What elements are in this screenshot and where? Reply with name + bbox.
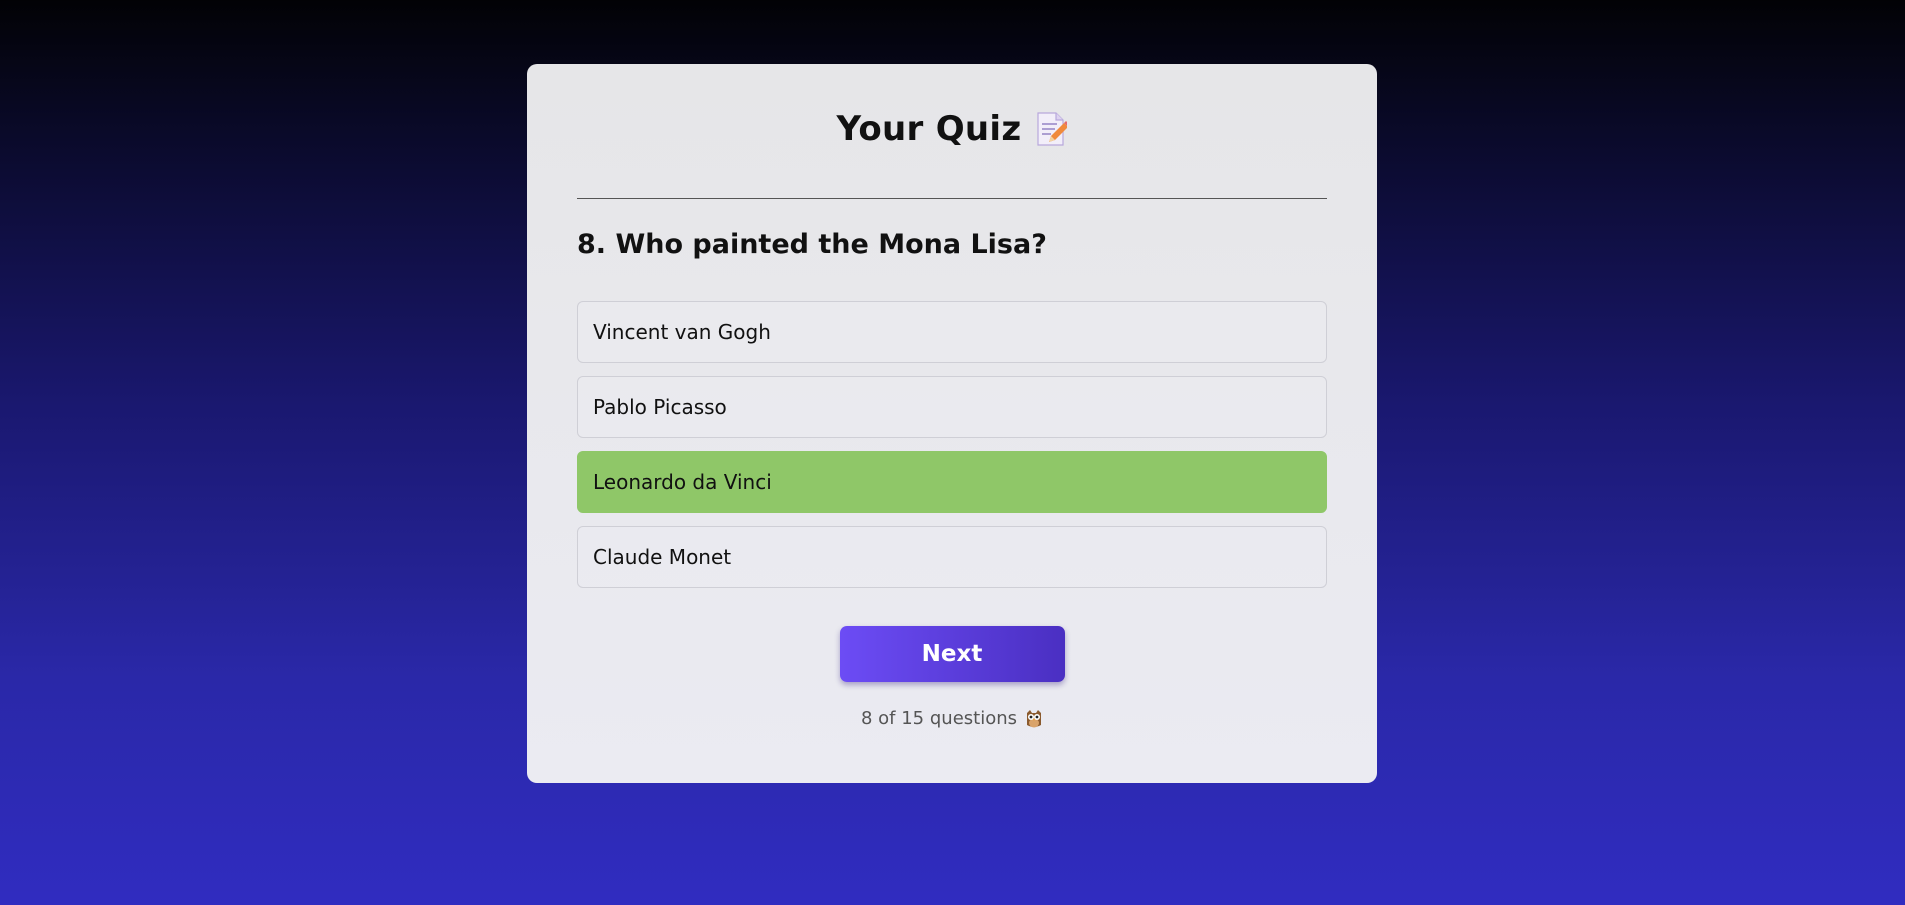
answer-option-label: Leonardo da Vinci — [593, 470, 772, 494]
answer-options: Vincent van Gogh Pablo Picasso Leonardo … — [577, 301, 1327, 588]
owl-icon — [1025, 709, 1043, 729]
answer-option-4[interactable]: Claude Monet — [577, 526, 1327, 588]
quiz-title: Your Quiz — [836, 109, 1022, 149]
header-divider — [577, 198, 1327, 199]
answer-option-3-correct[interactable]: Leonardo da Vinci — [577, 451, 1327, 513]
next-button-container: Next — [577, 626, 1327, 682]
progress-indicator: 8 of 15 questions — [577, 708, 1327, 729]
question-text: 8. Who painted the Mona Lisa? — [577, 229, 1047, 260]
answer-option-1[interactable]: Vincent van Gogh — [577, 301, 1327, 363]
quiz-card: Your Quiz 8. Who painted the Mona Lisa? … — [527, 64, 1377, 783]
quiz-header: Your Quiz — [577, 106, 1327, 152]
answer-option-label: Pablo Picasso — [593, 395, 727, 419]
answer-option-2[interactable]: Pablo Picasso — [577, 376, 1327, 438]
answer-option-label: Vincent van Gogh — [593, 320, 771, 344]
answer-option-label: Claude Monet — [593, 545, 732, 569]
memo-icon — [1035, 111, 1071, 147]
progress-text: 8 of 15 questions — [860, 708, 1017, 729]
next-button[interactable]: Next — [839, 626, 1065, 682]
